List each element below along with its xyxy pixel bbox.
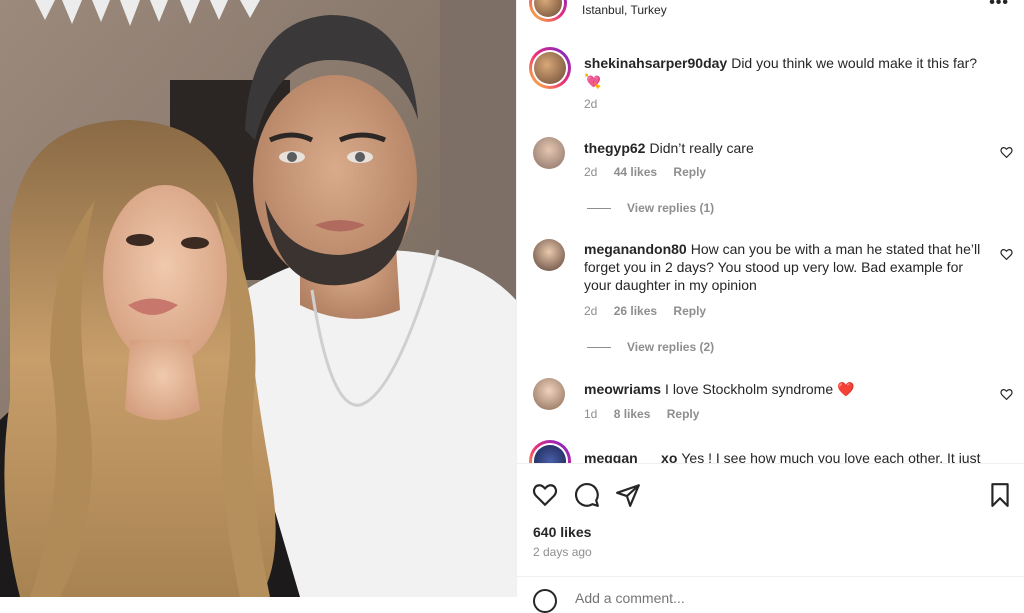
caption-text: Did you think we would make it this far? <box>731 55 978 71</box>
view-replies-label: View replies (1) <box>627 201 715 215</box>
comment: meggan___xo Yes ! I see how much you love… <box>584 449 984 463</box>
comment: meganandon80 How can you be with a man he… <box>584 240 984 294</box>
comment-time[interactable]: 2d <box>584 304 597 318</box>
view-replies-label: View replies (2) <box>627 340 715 354</box>
emoji-icon[interactable] <box>533 589 557 613</box>
add-comment-bar <box>517 576 1024 613</box>
comments-list[interactable]: shekinahsarper90day Did you think we woul… <box>517 22 1024 463</box>
caption: shekinahsarper90day Did you think we woul… <box>584 54 984 90</box>
couple-selfie-image <box>0 0 516 597</box>
post-date[interactable]: 2 days ago <box>533 545 592 559</box>
comment-username[interactable]: meganandon80 <box>584 241 687 257</box>
comment-username[interactable]: meowriams <box>584 381 661 397</box>
comment-meta: 2d 26 likes Reply <box>584 304 719 318</box>
view-replies-button[interactable]: View replies (2) <box>587 340 714 354</box>
add-comment-input[interactable] <box>573 589 957 607</box>
comment-meta: 1d 8 likes Reply <box>584 407 712 421</box>
commenter-avatar[interactable] <box>529 440 571 463</box>
reply-button[interactable]: Reply <box>667 407 700 421</box>
comment-time[interactable]: 2d <box>584 165 597 179</box>
comment: thegyp62 Didn’t really care <box>584 139 984 157</box>
reply-button[interactable]: Reply <box>673 304 706 318</box>
comment-text: Yes ! I see how much you love each other… <box>681 450 981 463</box>
more-options-icon[interactable]: ••• <box>989 0 1009 12</box>
post-photo <box>0 0 516 597</box>
view-replies-button[interactable]: View replies (1) <box>587 201 714 215</box>
commenter-avatar[interactable] <box>533 378 565 410</box>
comment: meowriams I love Stockholm syndrome ❤️ <box>584 380 984 398</box>
save-bookmark-icon[interactable] <box>987 482 1013 508</box>
like-comment-heart-icon[interactable] <box>1000 248 1013 261</box>
comment-username[interactable]: thegyp62 <box>584 140 645 156</box>
comment-time[interactable]: 1d <box>584 407 597 421</box>
caption-avatar[interactable] <box>529 47 571 89</box>
comment-text: Didn’t really care <box>649 140 754 156</box>
share-paper-plane-icon[interactable] <box>615 482 641 508</box>
comment-likes[interactable]: 26 likes <box>614 304 657 318</box>
like-comment-heart-icon[interactable] <box>1000 146 1013 159</box>
likes-count[interactable]: 640 likes <box>533 524 591 540</box>
commenter-avatar[interactable] <box>533 239 565 271</box>
comment-likes[interactable]: 8 likes <box>614 407 651 421</box>
comment-meta: 2d 44 likes Reply <box>584 165 719 179</box>
reply-button[interactable]: Reply <box>673 165 706 179</box>
comment-bubble-icon[interactable] <box>574 482 600 508</box>
caption-meta: 2d <box>584 97 610 111</box>
comment-likes[interactable]: 44 likes <box>614 165 657 179</box>
comment-text: I love Stockholm syndrome <box>665 381 834 397</box>
divider <box>517 463 1024 464</box>
red-heart-emoji: ❤️ <box>837 381 855 397</box>
caption-time[interactable]: 2d <box>584 97 597 111</box>
post-actions-bar <box>517 476 1024 512</box>
post-side-panel: Istanbul, Turkey ••• shekinahsarper90day… <box>516 0 1024 613</box>
heart-emoji: 💘 <box>584 73 602 89</box>
author-avatar[interactable] <box>529 0 567 22</box>
like-comment-heart-icon[interactable] <box>1000 388 1013 401</box>
post-location[interactable]: Istanbul, Turkey <box>582 3 667 17</box>
comment-username[interactable]: meggan___xo <box>584 450 677 463</box>
commenter-avatar[interactable] <box>533 137 565 169</box>
like-heart-icon[interactable] <box>532 482 558 508</box>
post-header: Istanbul, Turkey ••• <box>517 0 1024 22</box>
caption-username[interactable]: shekinahsarper90day <box>584 55 727 71</box>
